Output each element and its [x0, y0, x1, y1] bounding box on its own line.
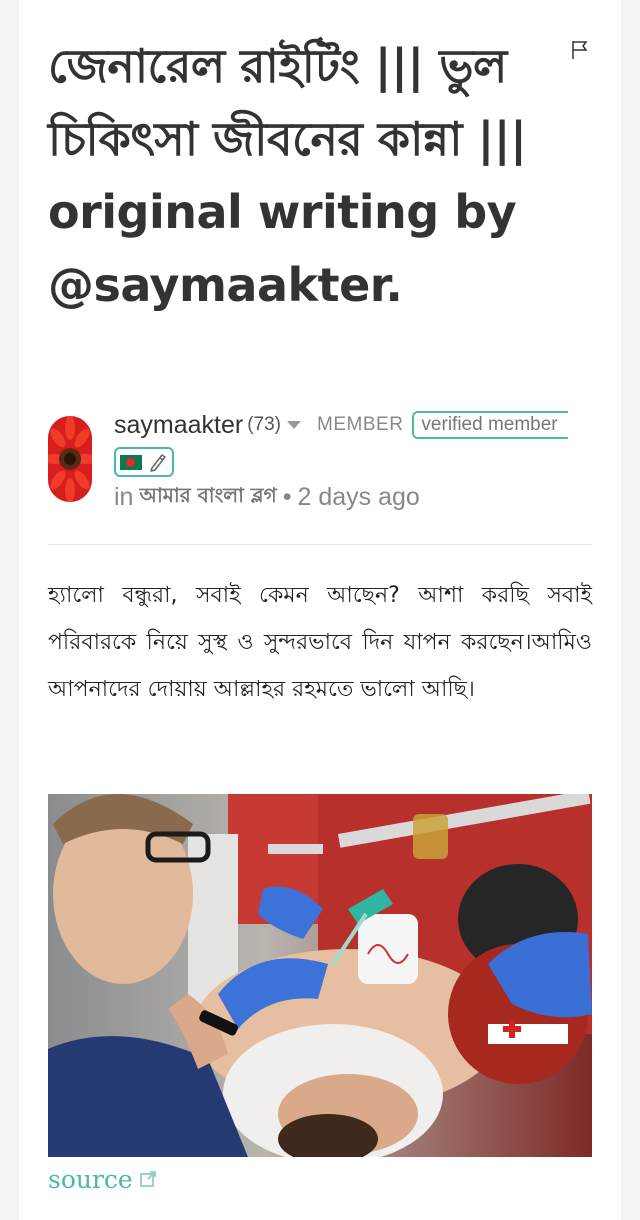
author-info: saymaakter (73) MEMBER verified member — [114, 408, 569, 442]
post-image[interactable] — [48, 794, 592, 1157]
post-timestamp[interactable]: 2 days ago — [297, 483, 419, 512]
community-info: in আমার বাংলা ব্লগ • 2 days ago — [114, 480, 420, 514]
community-prefix: in — [114, 482, 134, 511]
verified-member-badge: verified member — [412, 411, 569, 439]
separator-dot: • — [282, 482, 292, 511]
post-title: জেনারেল রাইটিং ||| ভুল চিকিৎসা জীবনের কা… — [48, 39, 527, 312]
member-role-label: MEMBER — [317, 414, 404, 435]
community-link[interactable]: আমার বাংলা ব্লগ — [139, 481, 276, 514]
medical-emergency-photo — [48, 794, 592, 1157]
bangladesh-flag-icon — [120, 454, 142, 470]
chevron-down-icon[interactable] — [287, 421, 302, 429]
divider — [48, 544, 592, 545]
author-avatar[interactable] — [48, 416, 92, 502]
source-link-label: source — [48, 1164, 133, 1194]
post-intro-paragraph: হ্যালো বন্ধুরা, সবাই কেমন আছেন? আশা করছি… — [48, 583, 592, 702]
source-link[interactable]: source — [48, 1159, 157, 1199]
gerbera-flower-image — [48, 416, 92, 502]
pen-icon — [150, 454, 166, 472]
author-name-link[interactable]: saymaakter — [114, 411, 243, 440]
author-reputation: (73) — [247, 414, 282, 435]
post-page: জেনারেল রাইটিং ||| ভুল চিকিৎসা জীবনের কা… — [19, 0, 621, 1220]
flag-icon[interactable] — [571, 40, 589, 60]
author-badges — [114, 447, 174, 477]
external-link-icon — [139, 1171, 156, 1187]
